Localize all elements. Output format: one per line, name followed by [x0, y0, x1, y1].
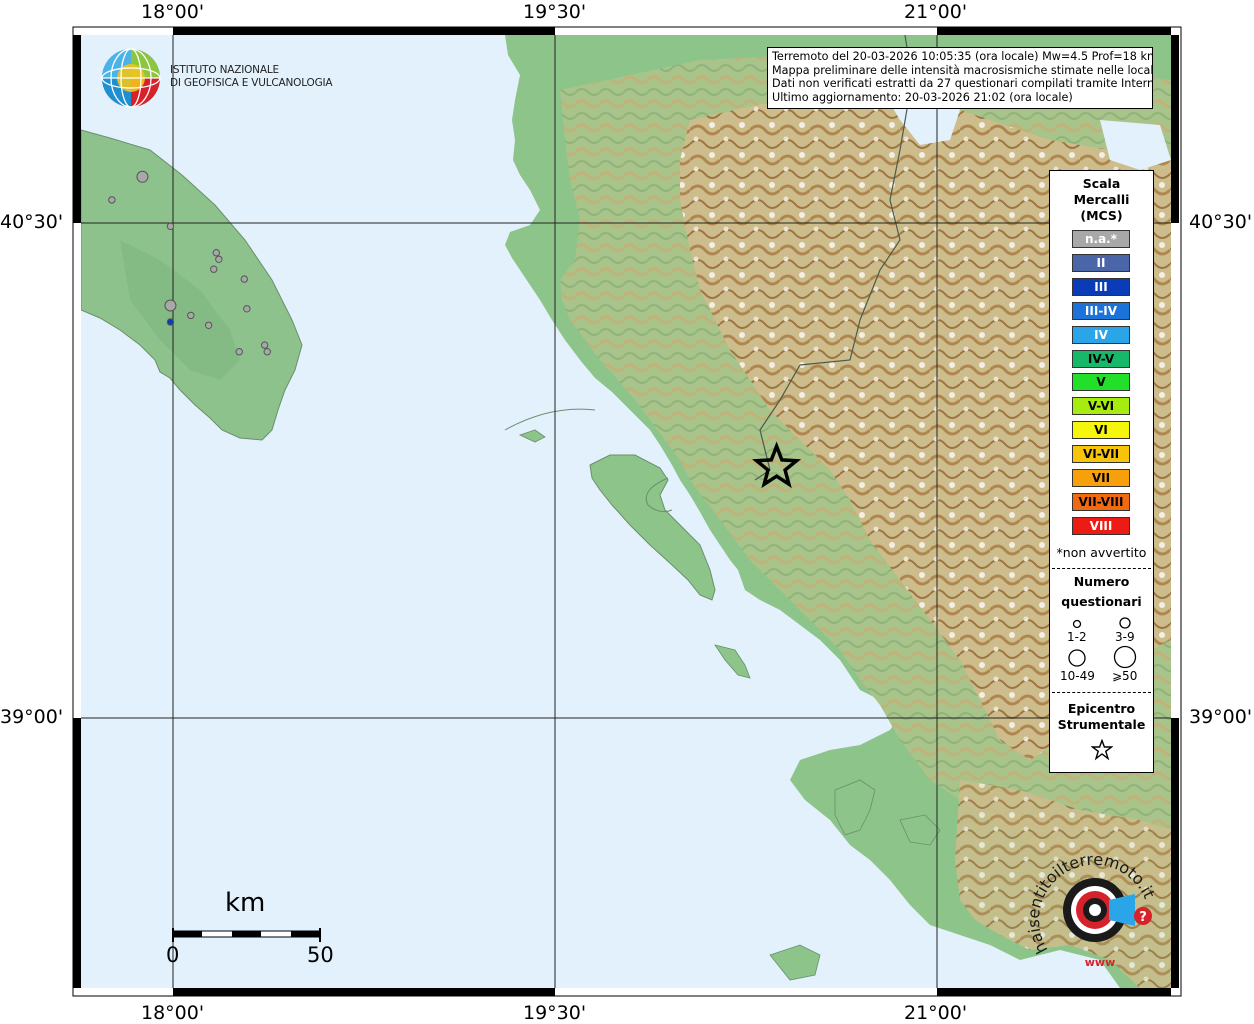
legend-title-line2: Mercalli: [1073, 192, 1130, 207]
mcs-scale-item: III: [1072, 277, 1130, 296]
top-axis-label-2: 19°30': [523, 1, 587, 23]
bottom-axis-label-1: 18°00': [141, 1002, 205, 1024]
mcs-scale-item: VII: [1072, 469, 1130, 487]
epicenter-title-line2: Strumentale: [1057, 717, 1146, 732]
institute-name-line1: ISTITUTO NAZIONALE: [170, 64, 279, 76]
observation-point: [164, 299, 177, 312]
not-felt-note: *non avvertito: [1056, 545, 1147, 560]
legend-title-line1: Scala: [1082, 176, 1121, 191]
event-info-line1: Terremoto del 20-03-2026 10:05:35 (ora l…: [772, 50, 1153, 63]
top-axis-label-3: 21°00': [904, 1, 968, 23]
observation-point: [243, 305, 251, 313]
observation-point: [187, 311, 195, 320]
event-info-line3: Dati non verificati estratti da 27 quest…: [772, 77, 1153, 90]
questionnaire-size-symbols: [1068, 617, 1137, 669]
mcs-scale-item: IV: [1072, 325, 1130, 344]
scale-bar-min: 0: [166, 943, 180, 967]
observation-point: [240, 275, 249, 283]
hsit-badge-www: www: [1085, 956, 1116, 969]
mcs-scale-item: VIII: [1072, 516, 1130, 535]
questionnaires-title-line2: questionari: [1061, 594, 1142, 609]
event-info-line2: Mappa preliminare delle intensità macros…: [772, 63, 1153, 77]
mcs-scale-item: VI-VII: [1072, 445, 1130, 464]
institute-name: ISTITUTO NAZIONALE DI GEOFISICA E VULCAN…: [170, 64, 333, 90]
mcs-scale-item: n.a.*: [1072, 230, 1130, 248]
top-axis-label-1: 18°00': [141, 1, 205, 23]
mcs-scale-item: VII-VIII: [1072, 492, 1130, 511]
legend: Scala Mercalli (MCS) n.a.* II III III-IV IV I…: [1049, 170, 1154, 773]
left-axis-label-1: 40°30': [0, 211, 64, 233]
event-info-box: Terremoto del 20-03-2026 10:05:35 (ora l…: [767, 47, 1153, 109]
mcs-scale-item: VI: [1072, 421, 1130, 440]
mcs-scale-item: III-IV: [1072, 301, 1130, 320]
mcs-scale-item: V: [1072, 373, 1130, 392]
q-label-1-2: 1-2: [1067, 630, 1087, 644]
observation-point: [204, 321, 213, 329]
bottom-axis-label-2: 19°30': [523, 1002, 587, 1024]
institute-name-line2: DI GEOFISICA E VULCANOLOGIA: [170, 77, 333, 89]
scale-bar-unit: km: [225, 888, 266, 918]
epicenter-legend-icon: [1091, 739, 1113, 761]
scale-bar-max: 50: [307, 943, 334, 967]
svg-text:?: ?: [1139, 910, 1147, 925]
mcs-scale-item: V-VI: [1072, 397, 1130, 416]
observation-point: [260, 341, 269, 349]
observation-point: [108, 196, 116, 204]
questionnaires-title-line1: Numero: [1073, 574, 1130, 589]
observation-point: [166, 318, 175, 326]
observation-point: [136, 170, 149, 183]
size-symbol-1-2: [1072, 619, 1082, 629]
size-symbol-3-9: [1119, 617, 1131, 629]
observation-point: [210, 265, 218, 273]
observation-point: [166, 222, 175, 231]
observation-point: [212, 249, 220, 257]
event-info-line4: Ultimo aggiornamento: 20-03-2026 21:02 (…: [772, 90, 1073, 104]
observation-point: [215, 255, 223, 263]
legend-title-line3: (MCS): [1080, 208, 1123, 223]
q-label-3-9: 3-9: [1115, 630, 1135, 644]
ingv-logo-icon: [101, 48, 161, 108]
epicenter-title-line1: Epicentro: [1067, 701, 1136, 716]
right-axis-label-1: 40°30': [1189, 211, 1253, 233]
left-axis-label-2: 39°00': [0, 706, 64, 728]
observation-point: [263, 348, 271, 356]
observation-point: [235, 348, 243, 356]
q-label-10-49: 10-49: [1060, 669, 1095, 683]
size-symbol-10-49: [1068, 649, 1086, 667]
mcs-scale-item: II: [1072, 253, 1130, 272]
bottom-axis-label-3: 21°00': [904, 1002, 968, 1024]
size-symbol-50plus: [1113, 645, 1137, 669]
mcs-scale-item: IV-V: [1072, 349, 1130, 368]
right-axis-label-2: 39°00': [1189, 706, 1253, 728]
q-label-50plus: ⩾50: [1112, 669, 1138, 683]
